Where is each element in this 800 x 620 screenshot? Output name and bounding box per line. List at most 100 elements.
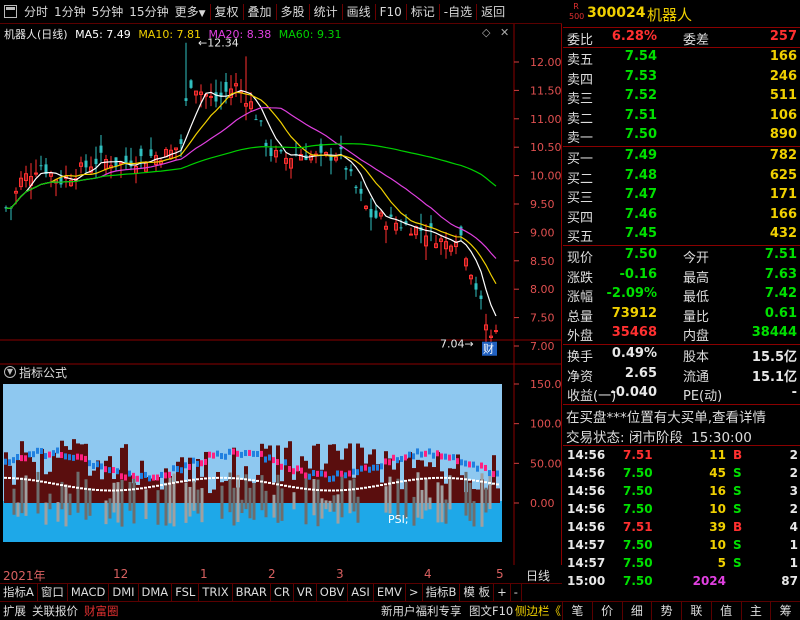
ask-row-value: 7.53 bbox=[624, 68, 657, 84]
ind-bar-grey bbox=[320, 498, 324, 519]
tick-trades[interactable]: 14:56 7.51 11 B 2 14:56 7.50 45 S 2 14:56 7.50 16 S 3 1… bbox=[563, 446, 800, 590]
ind-line-dot bbox=[480, 480, 483, 483]
tab-trix[interactable]: TRIX bbox=[199, 584, 233, 601]
tab-dmi[interactable]: DMI bbox=[109, 584, 139, 601]
rtab-jia[interactable]: 价 bbox=[591, 602, 622, 620]
tab-asi[interactable]: ASI bbox=[348, 584, 374, 601]
ind-line-dot bbox=[152, 485, 155, 488]
rtab-bi[interactable]: 笔 bbox=[562, 602, 592, 620]
ind-dot bbox=[412, 453, 415, 460]
tab-template[interactable]: 模 板 bbox=[460, 584, 495, 601]
ind-line-dot bbox=[440, 476, 443, 479]
ind-dot bbox=[84, 455, 87, 462]
ind-bar-grey bbox=[76, 471, 80, 513]
sb-wealth-circle[interactable]: 财富圈 bbox=[81, 603, 122, 619]
rtab-lian[interactable]: 联 bbox=[681, 602, 711, 620]
ind-bar-grey bbox=[232, 487, 236, 526]
tb-1min[interactable]: 1分钟 bbox=[51, 0, 89, 24]
tb-15min[interactable]: 15分钟 bbox=[126, 0, 171, 24]
toolbar-sep bbox=[242, 3, 244, 20]
window-icon[interactable] bbox=[4, 5, 17, 18]
tab-macd[interactable]: MACD bbox=[68, 584, 110, 601]
sb-related-quote[interactable]: 关联报价 bbox=[29, 603, 81, 619]
ind-bar-grey bbox=[448, 475, 452, 510]
chevron-down-icon[interactable]: ▼ bbox=[4, 366, 16, 378]
ind-bar-maroon bbox=[148, 478, 152, 503]
ma-lines: ←12.347.04→ 财 bbox=[5, 37, 497, 356]
tb-biaoji[interactable]: 标记 bbox=[408, 0, 438, 24]
tab-emv[interactable]: EMV bbox=[374, 584, 406, 601]
tab-zoom-out[interactable]: - bbox=[511, 584, 522, 601]
ind-bar-grey bbox=[68, 493, 72, 516]
sb-f10-graphic[interactable]: 图文F10 bbox=[466, 603, 516, 619]
ind-line-dot bbox=[280, 484, 283, 487]
ind-bar-maroon bbox=[392, 469, 396, 503]
ind-line-dot bbox=[420, 477, 423, 480]
big-order-notice[interactable]: 在买盘***位置有大买单,查看详情 bbox=[563, 405, 800, 426]
sb-new-user-benefit[interactable]: 新用户福利专享 bbox=[378, 603, 465, 619]
ind-bar-maroon bbox=[140, 460, 144, 503]
tab-brar[interactable]: BRAR bbox=[233, 584, 271, 601]
tab-obv[interactable]: OBV bbox=[317, 584, 349, 601]
ind-bar-grey bbox=[128, 481, 132, 511]
trade-vol: 39 bbox=[709, 519, 726, 534]
tab-window[interactable]: 窗口 bbox=[38, 584, 68, 601]
tab-indicator-b[interactable]: 指标B bbox=[423, 584, 461, 601]
sb-sidebar[interactable]: 侧边栏《 bbox=[512, 603, 564, 619]
trade-row: 14:56 7.51 11 B 2 bbox=[563, 446, 800, 464]
date-month-3: 3 bbox=[336, 567, 344, 581]
period-label[interactable]: 日线 bbox=[526, 567, 550, 584]
candle-body bbox=[264, 142, 268, 147]
ind-dot bbox=[16, 454, 19, 461]
rtab-shi[interactable]: 势 bbox=[651, 602, 681, 620]
ind-line-dot bbox=[60, 484, 63, 487]
indicator-title[interactable]: 指标公式 bbox=[19, 366, 67, 380]
ma60-label: MA60: 9.31 bbox=[278, 28, 342, 41]
tab-fsl[interactable]: FSL bbox=[172, 584, 200, 601]
trade-time: 14:56 bbox=[567, 501, 606, 516]
quote-row-label: 总量 bbox=[567, 309, 594, 325]
ind-bar-maroon bbox=[208, 493, 212, 503]
tab-indicator-a[interactable]: 指标A bbox=[0, 584, 38, 601]
ind-line-dot bbox=[252, 479, 255, 482]
close-icon[interactable]: ✕ bbox=[500, 26, 509, 39]
diamond-icon[interactable]: ◇ bbox=[482, 26, 490, 39]
quote-row: 总量 73912 量比 0.61 bbox=[563, 305, 800, 325]
tab-zoom-in[interactable]: + bbox=[494, 584, 511, 601]
candle-body bbox=[474, 283, 478, 290]
ind-dot bbox=[136, 475, 139, 482]
tb-f10[interactable]: F10 bbox=[377, 0, 405, 24]
tab-cr[interactable]: CR bbox=[271, 584, 294, 601]
weibi-row: 委比 6.28% 委差 257 bbox=[563, 28, 800, 48]
tb-more[interactable]: 更多▼ bbox=[172, 0, 209, 24]
rtab-zhu[interactable]: 主 bbox=[740, 602, 771, 620]
date-axis: 2021年 12 1 2 3 4 5 日线 bbox=[0, 567, 562, 583]
tb-huaxian[interactable]: 画线 bbox=[344, 0, 374, 24]
tab-next-arrow[interactable]: > bbox=[406, 584, 423, 601]
sb-extend[interactable]: 扩展 bbox=[0, 603, 29, 619]
tb-5min[interactable]: 5分钟 bbox=[89, 0, 127, 24]
ind-line-dot bbox=[68, 485, 71, 488]
tb-fanhui[interactable]: 返回 bbox=[478, 0, 508, 24]
tb-zixuan[interactable]: -自选 bbox=[441, 0, 475, 24]
candle-body bbox=[139, 148, 143, 157]
tab-vr[interactable]: VR bbox=[294, 584, 317, 601]
ind-line-dot bbox=[136, 487, 139, 490]
tb-diejia[interactable]: 叠加 bbox=[245, 0, 275, 24]
ind-dot bbox=[376, 464, 379, 471]
ind-dot bbox=[260, 450, 263, 457]
tb-fuquan[interactable]: 复权 bbox=[212, 0, 242, 24]
tab-dma[interactable]: DMA bbox=[139, 584, 173, 601]
kline-chart[interactable]: 12.00 11.50 11.00 10.50 10.00 9.50 9.00 8.50 8.0… bbox=[0, 24, 562, 565]
tb-duogu[interactable]: 多股 bbox=[278, 0, 308, 24]
rtab-chou[interactable]: 筹 bbox=[770, 602, 800, 620]
ind-dot bbox=[132, 472, 135, 479]
ind-dot bbox=[424, 450, 427, 457]
rtab-zhi[interactable]: 值 bbox=[710, 602, 741, 620]
bid-row-label: 买一 bbox=[567, 151, 594, 167]
ind-dot bbox=[312, 470, 315, 477]
tb-fenshi[interactable]: 分时 bbox=[21, 0, 51, 24]
ind-bar-grey bbox=[88, 488, 92, 516]
tb-tongji[interactable]: 统计 bbox=[311, 0, 341, 24]
rtab-xi[interactable]: 细 bbox=[621, 602, 652, 620]
